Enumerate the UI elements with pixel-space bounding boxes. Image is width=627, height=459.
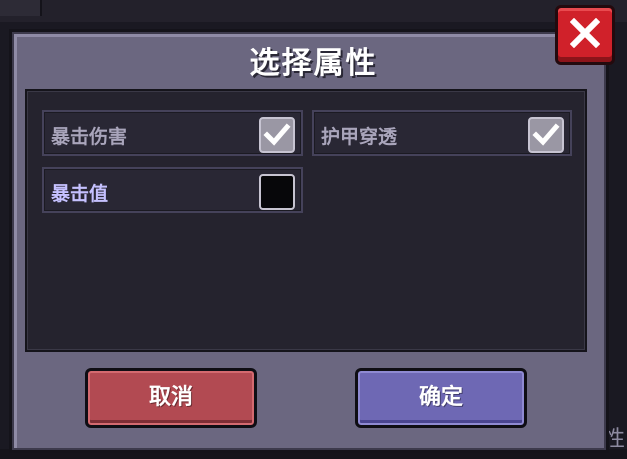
armor-penetration-checkbox[interactable] (528, 117, 564, 153)
option-label: 暴击值 (51, 183, 109, 205)
dialog-title: 选择属性 (249, 46, 378, 81)
option-label: 护甲穿透 (321, 126, 398, 148)
crit-damage-checkbox[interactable] (259, 117, 295, 153)
option-crit-rate[interactable]: 暴击值 (42, 167, 303, 213)
confirm-button[interactable]: 确定 (355, 368, 527, 428)
option-armor-penetration[interactable]: 护甲穿透 (312, 110, 572, 156)
cancel-button[interactable]: 取消 (85, 368, 257, 428)
checkmark-icon (532, 123, 560, 146)
background-corner-tab (0, 0, 42, 16)
crit-rate-checkbox[interactable] (259, 174, 295, 210)
checkmark-icon (263, 123, 291, 146)
option-label: 暴击伤害 (51, 126, 128, 148)
close-x-icon (570, 18, 600, 48)
option-crit-damage[interactable]: 暴击伤害 (42, 110, 303, 156)
close-button[interactable] (555, 5, 615, 65)
background-top-bar (0, 0, 627, 22)
